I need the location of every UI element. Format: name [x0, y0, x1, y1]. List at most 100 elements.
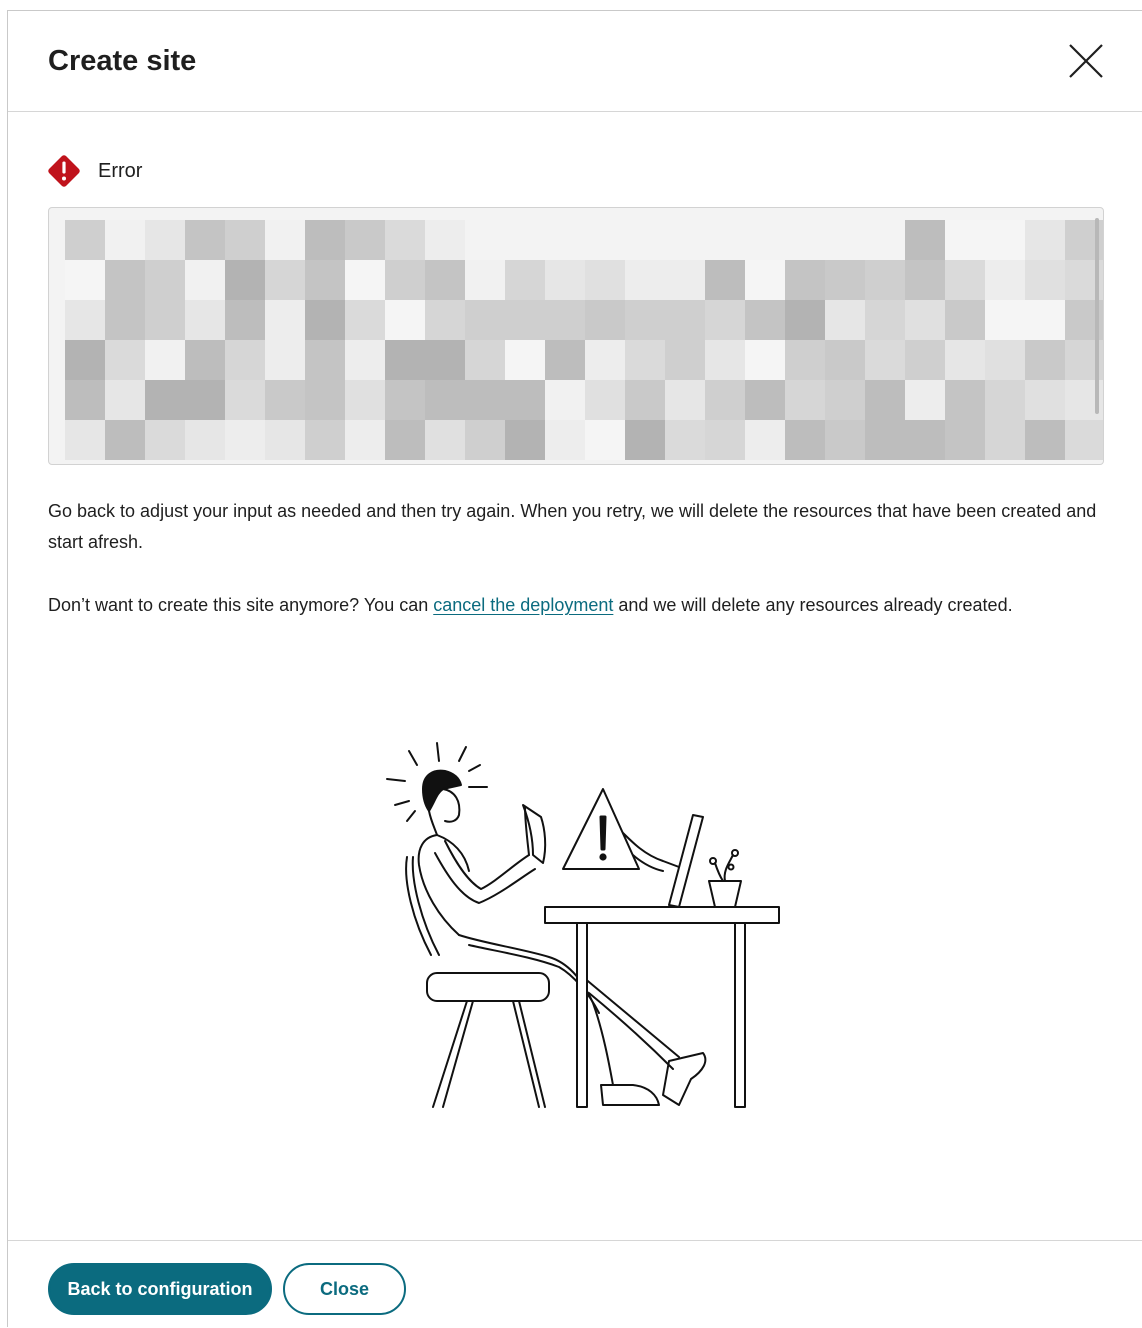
redacted-pixel	[945, 380, 985, 420]
redacted-pixel	[865, 300, 905, 340]
redacted-pixel	[185, 300, 225, 340]
redacted-pixel	[585, 340, 625, 380]
redacted-pixel	[65, 340, 105, 380]
redacted-pixel	[145, 380, 185, 420]
redacted-pixel	[465, 380, 505, 420]
redacted-pixel	[425, 340, 465, 380]
dialog-header: Create site	[8, 11, 1142, 112]
redacted-pixel	[985, 220, 1025, 260]
retry-instructions: Go back to adjust your input as needed a…	[48, 501, 1097, 552]
error-label: Error	[98, 159, 143, 182]
redacted-pixel	[985, 380, 1025, 420]
redacted-pixel	[865, 220, 905, 260]
redacted-pixel	[545, 420, 585, 460]
redacted-pixel	[105, 300, 145, 340]
redacted-pixel	[585, 220, 625, 260]
redacted-pixel	[905, 340, 945, 380]
redacted-pixel	[825, 260, 865, 300]
redacted-pixel	[505, 340, 545, 380]
redacted-pixel	[465, 220, 505, 260]
redacted-pixel	[905, 260, 945, 300]
redacted-pixel	[945, 340, 985, 380]
redacted-pixel	[305, 260, 345, 300]
redacted-pixel	[745, 260, 785, 300]
redacted-pixel	[905, 300, 945, 340]
redacted-pixel	[545, 340, 585, 380]
redacted-pixel	[385, 300, 425, 340]
redacted-pixel	[665, 340, 705, 380]
redacted-pixel	[665, 260, 705, 300]
redacted-pixel	[945, 300, 985, 340]
redacted-pixel	[985, 300, 1025, 340]
redacted-pixel	[65, 420, 105, 460]
redacted-pixel	[105, 220, 145, 260]
redacted-pixel	[185, 380, 225, 420]
redacted-pixel	[585, 420, 625, 460]
redacted-pixel	[1025, 420, 1065, 460]
close-dialog-button[interactable]	[1066, 41, 1106, 81]
redacted-pixel	[425, 300, 465, 340]
cancel-text-after: and we will delete any resources already…	[613, 595, 1013, 615]
close-x-icon	[1069, 44, 1103, 78]
redacted-pixel	[785, 340, 825, 380]
redacted-pixel	[545, 380, 585, 420]
redacted-pixel	[345, 220, 385, 260]
redacted-pixel	[505, 300, 545, 340]
redacted-pixel	[1025, 380, 1065, 420]
redacted-pixel	[705, 260, 745, 300]
redacted-pixel	[265, 420, 305, 460]
details-scrollbar[interactable]	[1095, 218, 1099, 414]
redacted-pixel	[625, 420, 665, 460]
redacted-pixel	[345, 420, 385, 460]
redacted-pixel	[825, 300, 865, 340]
redacted-pixel	[745, 300, 785, 340]
redacted-pixel	[505, 260, 545, 300]
redacted-pixel	[745, 420, 785, 460]
redacted-pixel	[105, 340, 145, 380]
redacted-pixel	[825, 420, 865, 460]
redacted-pixel	[625, 220, 665, 260]
redacted-pixel	[945, 260, 985, 300]
error-diamond-icon	[48, 155, 80, 187]
redacted-pixel	[505, 420, 545, 460]
back-to-configuration-button[interactable]: Back to configuration	[48, 1263, 272, 1315]
redacted-pixel	[785, 300, 825, 340]
redacted-pixel	[65, 300, 105, 340]
redacted-pixel	[905, 380, 945, 420]
redacted-pixel	[305, 340, 345, 380]
cancel-instructions: Don’t want to create this site anymore? …	[48, 590, 1108, 621]
dialog-title: Create site	[48, 45, 197, 77]
redacted-pixel	[545, 300, 585, 340]
redacted-pixel	[665, 300, 705, 340]
redacted-pixel	[585, 260, 625, 300]
redacted-pixel	[945, 420, 985, 460]
redacted-pixel	[305, 220, 345, 260]
redacted-pixel	[345, 340, 385, 380]
redacted-pixel	[865, 340, 905, 380]
redacted-pixel	[1065, 420, 1103, 460]
redacted-pixel	[225, 260, 265, 300]
redacted-pixel	[625, 300, 665, 340]
redacted-pixel	[785, 380, 825, 420]
redacted-pixel	[305, 300, 345, 340]
close-button[interactable]: Close	[283, 1263, 406, 1315]
redacted-pixel	[985, 340, 1025, 380]
redacted-pixel	[1025, 220, 1065, 260]
redacted-pixel	[345, 380, 385, 420]
redacted-pixel	[785, 220, 825, 260]
redacted-pixel	[465, 260, 505, 300]
redacted-pixel	[745, 220, 785, 260]
redacted-pixel	[865, 380, 905, 420]
redacted-pixel	[745, 380, 785, 420]
redacted-pixel	[785, 260, 825, 300]
dialog-footer: Back to configuration Close	[8, 1240, 1142, 1328]
redacted-pixel	[225, 340, 265, 380]
error-details-box[interactable]	[48, 207, 1104, 465]
redacted-pixel	[225, 380, 265, 420]
redacted-pixel	[105, 380, 145, 420]
redacted-pixel	[425, 260, 465, 300]
redacted-pixel	[145, 300, 185, 340]
redacted-pixel	[425, 420, 465, 460]
cancel-deployment-link[interactable]: cancel the deployment	[433, 595, 613, 615]
redacted-pixel	[905, 420, 945, 460]
